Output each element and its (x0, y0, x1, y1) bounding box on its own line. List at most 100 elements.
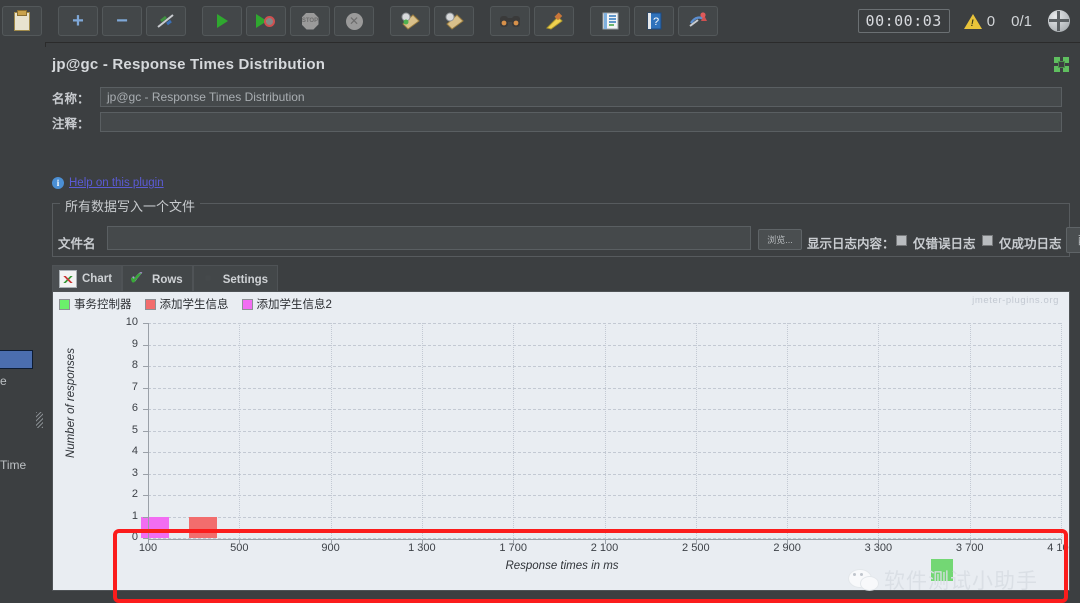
legend-item-2[interactable]: 添加学生信息2 (241, 296, 332, 312)
tree-item-0[interactable]: e (0, 374, 7, 388)
gridline-vertical (604, 323, 606, 538)
browse-button[interactable]: 浏览... (758, 229, 802, 250)
comment-label: 注释： (52, 116, 90, 131)
tab-rows[interactable]: ✔ Rows (122, 265, 193, 293)
tab-chart-label: Chart (82, 272, 113, 285)
gridline-vertical (1061, 323, 1062, 538)
stop-icon[interactable]: STOP (290, 6, 330, 36)
x-tick-mark (787, 539, 789, 544)
undo-glyph (689, 12, 707, 27)
y-tick-label: 4 (131, 445, 138, 457)
y-tick-mark (143, 452, 148, 453)
add-icon[interactable]: + (58, 6, 98, 36)
brand-text: 软件测试小助手 (884, 570, 1038, 593)
filename-input[interactable] (107, 226, 751, 250)
y-tick-mark (143, 495, 148, 496)
help-glyph: ? (647, 12, 661, 30)
warning-indicator[interactable]: 0 (963, 12, 996, 30)
name-input[interactable]: jp@gc - Response Times Distribution (100, 87, 1062, 107)
x-tick-label: 4 100 (1047, 542, 1069, 554)
help-icon[interactable]: ? (634, 6, 674, 36)
legend-item-1[interactable]: 添加学生信息 (144, 296, 229, 312)
jmeter-window: + − STOP ✕ ? 00:00:03 ! 0 0/1 e Time jp@… (0, 0, 1080, 603)
comment-input[interactable] (100, 112, 1062, 132)
expand-icon[interactable] (1054, 57, 1069, 72)
tab-chart[interactable]: Chart (52, 265, 123, 293)
comment-row: 注释： (52, 111, 1070, 133)
y-tick-label: 9 (131, 337, 138, 350)
configure-button[interactable]: 配置 (1066, 227, 1080, 253)
log-display-label: 显示日志内容： (807, 237, 895, 251)
clear-all-glyph (445, 12, 464, 30)
legend-item-0[interactable]: 事务控制器 (59, 296, 132, 312)
start-icon[interactable] (202, 6, 242, 36)
gear-icon (200, 271, 218, 289)
test-plan-tree[interactable]: on e Time (0, 42, 46, 592)
legend-label-1: 添加学生信息 (159, 299, 229, 311)
chart-icon (59, 269, 77, 288)
y-axis (148, 323, 149, 539)
shutdown-glyph: ✕ (345, 12, 363, 30)
x-tick-mark (330, 539, 332, 544)
notebook-glyph (602, 12, 618, 30)
x-tick-mark (513, 539, 515, 544)
filename-label: 文件名 (58, 237, 96, 251)
x-tick-mark (604, 539, 606, 544)
tree-splitter-handle[interactable] (34, 402, 44, 438)
success-only-checkbox[interactable] (982, 235, 993, 246)
errors-only-label: 仅错误日志 (913, 237, 976, 251)
info-icon: i (52, 177, 64, 189)
gridline-vertical (695, 323, 697, 538)
tree-item-1[interactable]: Time (0, 458, 26, 472)
remove-glyph: − (116, 9, 128, 32)
shutdown-icon[interactable]: ✕ (334, 6, 374, 36)
x-tick-mark (695, 539, 697, 544)
binoculars-glyph (500, 16, 520, 27)
warning-icon (963, 13, 982, 29)
help-row: i Help on this plugin (52, 177, 164, 189)
x-tick-mark (148, 539, 149, 544)
main-toolbar: + − STOP ✕ ? 00:00:03 ! 0 0/1 (0, 0, 1080, 43)
search-icon[interactable] (490, 6, 530, 36)
errors-only-checkbox[interactable] (896, 235, 907, 246)
function-helper-icon[interactable] (590, 6, 630, 36)
help-on-this-plugin-link[interactable]: Help on this plugin (69, 177, 164, 189)
check-icon: ✔ (129, 268, 144, 288)
gridline-vertical (513, 323, 515, 538)
tab-settings-label: Settings (222, 273, 269, 286)
name-label: 名称： (52, 91, 90, 106)
remove-icon[interactable]: − (102, 6, 142, 36)
tab-rows-label: Rows (152, 273, 183, 286)
x-tick-mark (1061, 539, 1062, 544)
globe-icon[interactable] (1048, 10, 1070, 32)
chart-legend: 事务控制器 添加学生信息 添加学生信息2 (59, 296, 332, 312)
y-tick-mark (143, 473, 148, 475)
start-no-pauses-icon[interactable] (246, 6, 286, 36)
gridline-vertical (330, 323, 332, 538)
response-times-distribution-panel: jp@gc - Response Times Distribution 名称： … (45, 47, 1080, 603)
toggle-icon[interactable] (146, 6, 186, 36)
y-tick-label: 7 (131, 380, 138, 393)
legend-label-2: 添加学生信息2 (256, 299, 332, 311)
chart-bar (188, 516, 217, 538)
tree-selected-item[interactable]: on (0, 350, 33, 369)
x-tick-mark (878, 539, 880, 544)
broom-glyph (546, 12, 563, 30)
legend-swatch-1 (144, 298, 156, 310)
y-tick-label: 10 (125, 316, 138, 328)
gridline-vertical (239, 323, 241, 538)
tab-settings[interactable]: Settings (192, 265, 279, 293)
templates-icon[interactable] (2, 6, 42, 36)
y-axis-label: Number of responses (65, 348, 77, 458)
gridline-vertical (878, 323, 880, 538)
success-only-label: 仅成功日志 (999, 237, 1062, 251)
add-glyph: + (72, 9, 84, 32)
clear-icon[interactable] (390, 6, 430, 36)
stop-glyph: STOP (301, 12, 319, 30)
clear-all-icon[interactable] (434, 6, 474, 36)
write-all-data-group-title: 所有数据写入一个文件 (60, 196, 201, 215)
x-tick-mark (969, 539, 971, 544)
undo-redo-icon[interactable] (678, 6, 718, 36)
warning-count: 0 (986, 12, 996, 30)
reset-search-icon[interactable] (534, 6, 574, 36)
